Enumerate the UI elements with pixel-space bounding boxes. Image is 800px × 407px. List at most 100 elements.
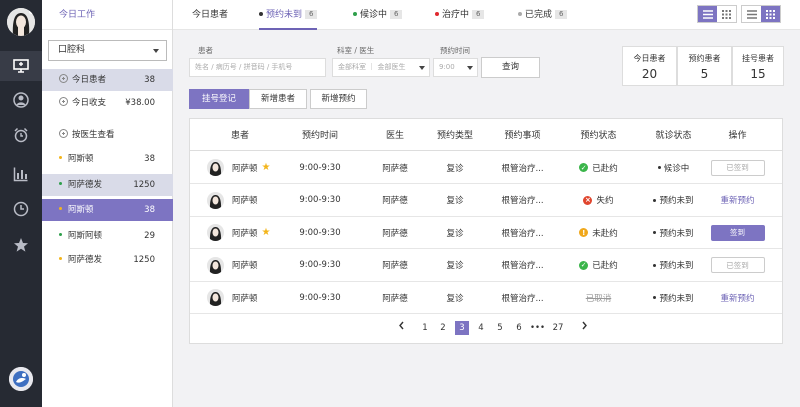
doctor-name: 阿萨德: [382, 228, 408, 239]
appointment-item: 根管治疗...: [501, 228, 544, 239]
app-logo[interactable]: [9, 367, 33, 391]
appointment-item: 根管治疗...: [501, 293, 544, 304]
sidebar-item-label: 阿斯阿顿: [68, 231, 103, 241]
page-number[interactable]: 3: [455, 321, 469, 335]
appointment-type: 复诊: [446, 261, 464, 271]
appointment-type: 复诊: [446, 163, 464, 174]
doctor-name: 阿萨德: [382, 196, 408, 206]
check-in-button[interactable]: 签到: [710, 224, 765, 241]
table-row: 阿萨顿 ★ 9:00-9:30 阿萨德 复诊 根管治疗... ✓ 已赴约 候诊中 已签到: [190, 152, 782, 184]
patient-cell[interactable]: 阿萨顿: [190, 282, 290, 313]
status-icon: ✓: [579, 163, 589, 172]
stat-booked-patients: 预约患者 5: [677, 46, 732, 86]
status-cell: × 失约: [566, 185, 631, 216]
patient-name: 阿萨顿: [232, 261, 258, 271]
status-dot: [653, 198, 657, 202]
appointment-time: 9:00-9:30: [299, 227, 341, 238]
time-select[interactable]: 9:00: [433, 58, 478, 77]
sidebar-item-today-patients[interactable]: 今日患者 38: [42, 69, 173, 91]
checked-in-button[interactable]: 已签到: [710, 159, 765, 176]
tab-in-treatment[interactable]: 治疗中 6: [435, 0, 485, 30]
grid-view-icon[interactable]: [761, 6, 780, 22]
query-button[interactable]: 查询: [481, 57, 540, 78]
column-header: 预约事项: [504, 131, 541, 141]
page-number[interactable]: 2: [436, 321, 450, 335]
page-number[interactable]: 6: [512, 321, 526, 335]
star-icon: ★: [261, 162, 271, 173]
patient-cell[interactable]: 阿萨顿: [190, 250, 290, 281]
pagination-ellipsis[interactable]: •••: [530, 321, 545, 335]
visit-status-cell: 预约未到: [641, 185, 706, 216]
checked-in-button[interactable]: 已签到: [710, 257, 765, 273]
grid-view-icon[interactable]: [717, 6, 736, 22]
tab-today-patients[interactable]: 今日患者: [192, 0, 228, 30]
sidebar-header: 今日工作: [42, 0, 172, 30]
add-appointment-button[interactable]: 新增预约: [310, 89, 367, 109]
chevron-right-icon[interactable]: [577, 321, 591, 335]
appointment-item: 根管治疗...: [501, 163, 544, 174]
page-number[interactable]: 5: [493, 321, 507, 335]
sidebar-item-doctor-selected[interactable]: 阿斯顿 38: [42, 199, 173, 221]
status-dot: [353, 12, 357, 16]
chevron-left-icon[interactable]: [394, 321, 408, 335]
sidebar-item-doctor[interactable]: 阿萨德发 1250: [42, 249, 173, 271]
user-avatar[interactable]: [7, 8, 35, 36]
status-dot: [59, 207, 62, 210]
sidebar-item-by-doctor[interactable]: 按医生查看: [42, 124, 173, 146]
sidebar-item-doctor[interactable]: 阿斯阿顿 29: [42, 225, 173, 247]
department-value: 口腔科: [58, 45, 86, 55]
page-number[interactable]: 27: [551, 321, 565, 335]
bar-chart-icon[interactable]: [11, 164, 31, 184]
status-dot: [653, 296, 657, 299]
patient-avatar: [207, 256, 224, 274]
tab-waiting[interactable]: 候诊中 6: [353, 0, 403, 30]
page-number[interactable]: 1: [418, 321, 432, 335]
sidebar-item-doctor[interactable]: 阿斯顿 38: [42, 148, 173, 170]
patient-avatar: [207, 159, 224, 176]
appointment-item: 根管治疗...: [501, 196, 544, 206]
patient-search-input[interactable]: 姓名 / 病历号 / 拼音码 / 手机号: [189, 58, 326, 77]
column-header: 预约状态: [580, 131, 617, 141]
patient-cell[interactable]: 阿萨顿: [190, 185, 290, 216]
sidebar-item-value: ¥38.00: [125, 98, 155, 108]
alarm-clock-icon[interactable]: [11, 125, 31, 145]
status-icon: !: [579, 228, 589, 237]
department-select[interactable]: 口腔科: [48, 40, 167, 61]
page-number[interactable]: 4: [474, 321, 488, 335]
clock-icon[interactable]: [11, 199, 31, 219]
list-view-icon[interactable]: [742, 6, 761, 22]
plus-circle-icon: [59, 97, 68, 106]
dept-doctor-select[interactable]: 金部科室 ｜ 金部医生: [332, 58, 430, 77]
monitor-icon[interactable]: [0, 51, 42, 81]
status-dot: [59, 182, 62, 185]
patient-name: 阿萨顿: [232, 293, 258, 304]
tab-count: 6: [472, 10, 485, 19]
tab-booked-absent[interactable]: 预约未到 6: [259, 0, 318, 30]
sidebar-item-doctor[interactable]: 阿萨德发 1250: [42, 174, 173, 196]
rebook-link[interactable]: 重新预约: [720, 292, 754, 304]
list-view-icon[interactable]: [698, 6, 717, 22]
add-patient-button[interactable]: 新增患者: [249, 89, 307, 109]
stat-value: 15: [750, 67, 766, 81]
sidebar-item-today-finance[interactable]: 今日收支 ¥38.00: [42, 92, 173, 114]
appointment-item: 根管治疗...: [501, 261, 544, 271]
appointment-status: 已取消: [585, 293, 612, 304]
tab-completed[interactable]: 已完成 6: [518, 0, 568, 30]
appointment-time: 9:00-9:30: [299, 260, 341, 270]
appointment-type: 复诊: [446, 293, 464, 304]
patient-cell[interactable]: 阿萨顿 ★: [190, 217, 290, 248]
user-icon[interactable]: [11, 90, 31, 110]
register-button[interactable]: 挂号登记: [189, 89, 249, 109]
status-cell: ✓ 已赴约: [566, 152, 631, 183]
visit-status-cell: 候诊中: [641, 152, 706, 183]
status-dot: [435, 12, 439, 16]
stat-label: 挂号患者: [742, 54, 774, 63]
chevron-down-icon: [419, 66, 425, 70]
star-icon[interactable]: [11, 235, 31, 255]
view-toggle-b: [741, 5, 781, 23]
view-toggle-a: [697, 5, 737, 23]
patient-cell[interactable]: 阿萨顿 ★: [190, 152, 290, 183]
rebook-link[interactable]: 重新预约: [720, 194, 754, 206]
tab-count: 6: [390, 10, 403, 19]
patient-name: 阿萨顿: [232, 196, 258, 206]
